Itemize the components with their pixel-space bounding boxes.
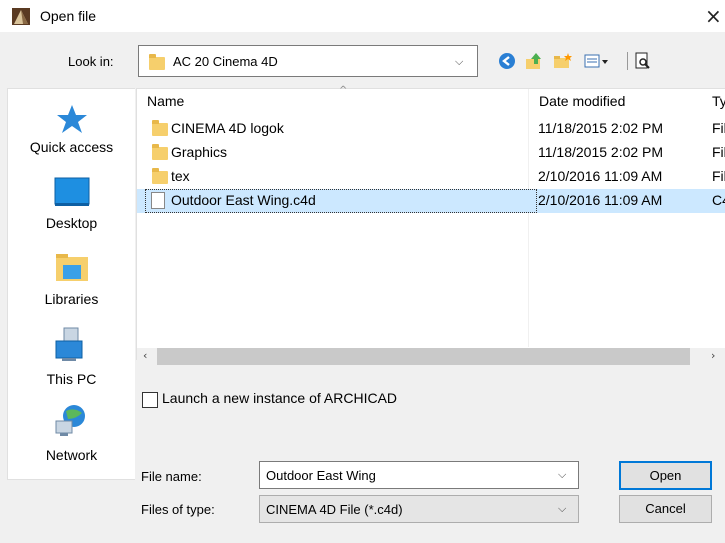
sidebar-item-label: Desktop — [45, 215, 98, 231]
chevron-right-icon[interactable]: › — [711, 349, 715, 362]
list-item-selected[interactable]: Outdoor East Wing.c4d 2/10/2016 11:09 AM… — [137, 189, 725, 213]
chevron-left-icon[interactable]: ‹ — [143, 349, 147, 362]
cancel-button[interactable]: Cancel — [619, 495, 712, 523]
list-item[interactable]: Graphics 11/18/2015 2:02 PM Fil — [137, 141, 725, 165]
dialog-bottom-edge — [0, 524, 725, 543]
scrollbar-thumb[interactable] — [157, 348, 690, 365]
file-type: Fil — [712, 144, 725, 160]
sidebar-item-network[interactable]: Network — [8, 401, 135, 473]
places-sidebar: Quick access Desktop Libraries This PC N… — [7, 88, 135, 480]
preview-icon[interactable] — [634, 52, 652, 70]
sidebar-item-label: Network — [45, 447, 98, 463]
file-type-label: Files of type: — [141, 502, 215, 517]
folder-icon — [152, 144, 168, 160]
desktop-icon — [54, 177, 90, 210]
file-date: 2/10/2016 11:09 AM — [538, 192, 663, 208]
sidebar-item-this-pc[interactable]: This PC — [8, 325, 135, 395]
file-name: CINEMA 4D logok — [171, 120, 284, 136]
file-name-label: File name: — [141, 469, 202, 484]
column-header-name[interactable]: Name — [147, 93, 184, 109]
launch-new-instance-label: Launch a new instance of ARCHICAD — [162, 390, 398, 406]
column-header-type[interactable]: Ty — [712, 93, 725, 109]
libraries-icon — [54, 251, 90, 286]
horizontal-scrollbar[interactable]: ‹ › — [137, 348, 725, 365]
sidebar-item-label: Quick access — [29, 139, 114, 155]
title-bar: Open file × — [0, 0, 725, 32]
sidebar-item-label: This PC — [46, 371, 97, 387]
sidebar-item-label: Libraries — [44, 291, 99, 307]
file-type: Fil — [712, 168, 725, 184]
new-folder-icon[interactable] — [553, 52, 572, 70]
chevron-down-icon[interactable]: ⌵ — [558, 468, 566, 482]
file-date: 11/18/2015 2:02 PM — [538, 120, 664, 136]
document-icon — [151, 192, 165, 209]
close-icon[interactable]: × — [705, 4, 722, 28]
file-type: C4 — [712, 192, 725, 208]
file-name-input[interactable]: Outdoor East Wing ⌵ — [259, 461, 579, 489]
list-item[interactable]: tex 2/10/2016 11:09 AM Fil — [137, 165, 725, 189]
open-button[interactable]: Open — [619, 461, 712, 490]
folder-icon — [152, 168, 168, 184]
sidebar-item-libraries[interactable]: Libraries — [8, 249, 135, 319]
archicad-app-icon — [12, 8, 30, 25]
folder-icon — [149, 54, 165, 70]
launch-new-instance-checkbox[interactable] — [142, 392, 158, 408]
file-list: ^ Name Date modified Ty CINEMA 4D logok … — [136, 85, 725, 360]
file-type: Fil — [712, 120, 725, 136]
sidebar-item-quick-access[interactable]: Quick access — [8, 97, 135, 167]
up-folder-icon[interactable] — [525, 52, 543, 70]
folder-icon — [152, 120, 168, 136]
view-menu-icon[interactable] — [584, 52, 610, 70]
sort-arrow-icon: ^ — [339, 85, 348, 96]
sidebar-item-desktop[interactable]: Desktop — [8, 173, 135, 243]
list-item[interactable]: CINEMA 4D logok 11/18/2015 2:02 PM Fil — [137, 117, 725, 141]
look-in-dropdown[interactable]: AC 20 Cinema 4D ⌵ — [138, 45, 478, 77]
back-icon[interactable] — [498, 52, 516, 70]
toolbar-divider — [627, 52, 628, 70]
file-name: Graphics — [171, 144, 228, 160]
look-in-value: AC 20 Cinema 4D — [173, 54, 278, 69]
file-name: Outdoor East Wing.c4d — [171, 192, 316, 208]
look-in-label: Look in: — [68, 54, 114, 69]
file-name: tex — [171, 168, 190, 184]
file-type-dropdown[interactable]: CINEMA 4D File (*.c4d) ⌵ — [259, 495, 579, 523]
file-name-value: Outdoor East Wing — [266, 468, 376, 483]
window-title: Open file — [40, 8, 97, 24]
file-type-value: CINEMA 4D File (*.c4d) — [266, 502, 403, 517]
chevron-down-icon: ⌵ — [455, 55, 464, 68]
star-icon — [56, 103, 88, 138]
column-header-date[interactable]: Date modified — [539, 93, 625, 109]
pc-icon — [52, 327, 92, 366]
network-icon — [54, 403, 90, 442]
file-date: 2/10/2016 11:09 AM — [538, 168, 663, 184]
file-date: 11/18/2015 2:02 PM — [538, 144, 664, 160]
chevron-down-icon: ⌵ — [558, 502, 567, 515]
